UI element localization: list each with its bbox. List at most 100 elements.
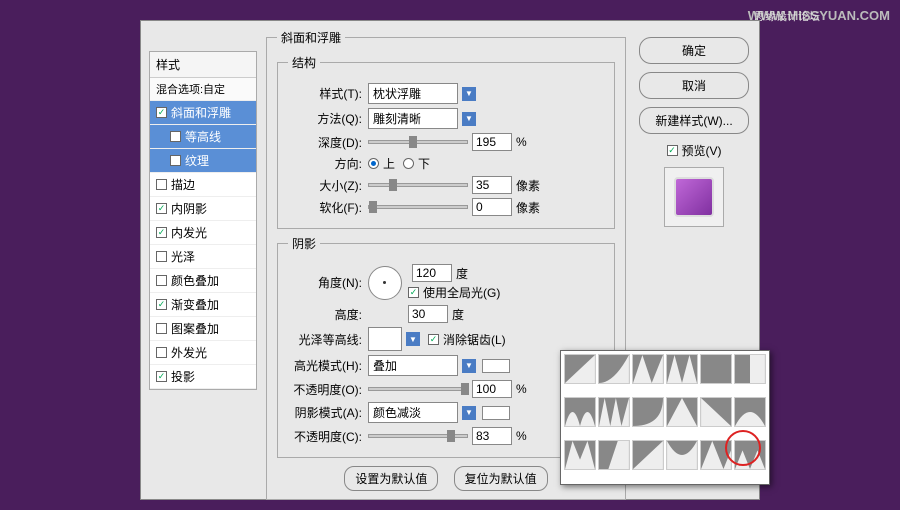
- contour-preset[interactable]: [564, 397, 596, 427]
- style-dropdown[interactable]: 枕状浮雕: [368, 83, 458, 104]
- preview-checkbox[interactable]: [667, 145, 678, 156]
- style-item[interactable]: 投影: [150, 365, 256, 389]
- contour-preset[interactable]: [700, 397, 732, 427]
- watermark-cn: 思缘设计论坛: [754, 8, 820, 24]
- depth-input[interactable]: [472, 133, 512, 151]
- altitude-label: 高度:: [288, 306, 368, 323]
- highlight-color-swatch[interactable]: [482, 359, 510, 373]
- style-item-label: 外发光: [171, 344, 207, 361]
- style-checkbox[interactable]: [156, 347, 167, 358]
- angle-dial[interactable]: [368, 266, 402, 300]
- depth-slider[interactable]: [368, 140, 468, 144]
- style-checkbox[interactable]: [156, 275, 167, 286]
- size-input[interactable]: [472, 176, 512, 194]
- style-item[interactable]: 渐变叠加: [150, 293, 256, 317]
- contour-preset[interactable]: [666, 354, 698, 384]
- style-item[interactable]: 内发光: [150, 221, 256, 245]
- preview-label: 预览(V): [682, 142, 722, 159]
- global-light-label: 使用全局光(G): [423, 284, 500, 301]
- contour-preset[interactable]: [564, 354, 596, 384]
- style-checkbox[interactable]: [170, 131, 181, 142]
- slider-thumb[interactable]: [461, 383, 469, 395]
- dropdown-arrow-icon[interactable]: ▼: [462, 406, 476, 420]
- style-item[interactable]: 颜色叠加: [150, 269, 256, 293]
- style-checkbox[interactable]: [156, 227, 167, 238]
- slider-thumb[interactable]: [409, 136, 417, 148]
- contour-preset[interactable]: [666, 397, 698, 427]
- ok-button[interactable]: 确定: [639, 37, 749, 64]
- style-checkbox[interactable]: [156, 251, 167, 262]
- h-opacity-slider[interactable]: [368, 387, 468, 391]
- dropdown-arrow-icon[interactable]: ▼: [462, 359, 476, 373]
- angle-input[interactable]: [412, 264, 452, 282]
- new-style-button[interactable]: 新建样式(W)...: [639, 107, 749, 134]
- style-checkbox[interactable]: [156, 203, 167, 214]
- contour-preset[interactable]: [598, 440, 630, 470]
- style-checkbox[interactable]: [156, 371, 167, 382]
- style-label: 样式(T):: [288, 85, 368, 102]
- style-checkbox[interactable]: [156, 179, 167, 190]
- highlight-mode-dropdown[interactable]: 叠加: [368, 355, 458, 376]
- cancel-button[interactable]: 取消: [639, 72, 749, 99]
- style-checkbox[interactable]: [156, 107, 167, 118]
- antialias-checkbox[interactable]: [428, 334, 439, 345]
- style-item-label: 投影: [171, 368, 195, 385]
- reset-default-button[interactable]: 复位为默认值: [454, 466, 548, 491]
- contour-preset[interactable]: [666, 440, 698, 470]
- style-item-label: 颜色叠加: [171, 272, 219, 289]
- direction-label: 方向:: [288, 155, 368, 172]
- direction-up-radio[interactable]: [368, 158, 379, 169]
- dropdown-arrow-icon[interactable]: ▼: [462, 87, 476, 101]
- contour-preset[interactable]: [598, 397, 630, 427]
- altitude-input[interactable]: [408, 305, 448, 323]
- style-item-label: 纹理: [185, 152, 209, 169]
- method-dropdown[interactable]: 雕刻清晰: [368, 108, 458, 129]
- preview-thumbnail: [664, 167, 724, 227]
- style-checkbox[interactable]: [156, 323, 167, 334]
- style-item[interactable]: 图案叠加: [150, 317, 256, 341]
- depth-label: 深度(D):: [288, 134, 368, 151]
- contour-preset[interactable]: [734, 397, 766, 427]
- shadow-mode-dropdown[interactable]: 颜色减淡: [368, 402, 458, 423]
- contour-preset[interactable]: [632, 354, 664, 384]
- slider-thumb[interactable]: [369, 201, 377, 213]
- dropdown-arrow-icon[interactable]: ▼: [406, 332, 420, 346]
- style-item[interactable]: 斜面和浮雕: [150, 101, 256, 125]
- style-item[interactable]: 光泽: [150, 245, 256, 269]
- global-light-checkbox[interactable]: [408, 287, 419, 298]
- style-item[interactable]: 等高线: [150, 125, 256, 149]
- style-item-label: 渐变叠加: [171, 296, 219, 313]
- shadow-color-swatch[interactable]: [482, 406, 510, 420]
- contour-preset[interactable]: [632, 397, 664, 427]
- size-slider[interactable]: [368, 183, 468, 187]
- depth-unit: %: [516, 135, 527, 149]
- set-default-button[interactable]: 设置为默认值: [344, 466, 438, 491]
- styles-header[interactable]: 样式: [150, 52, 256, 78]
- direction-down-radio[interactable]: [403, 158, 414, 169]
- contour-preset[interactable]: [700, 354, 732, 384]
- soften-slider[interactable]: [368, 205, 468, 209]
- dir-up-label: 上: [383, 155, 395, 172]
- blend-options-item[interactable]: 混合选项:自定: [150, 78, 256, 101]
- contour-preset[interactable]: [598, 354, 630, 384]
- h-opacity-input[interactable]: [472, 380, 512, 398]
- gloss-contour-label: 光泽等高线:: [288, 331, 368, 348]
- style-item[interactable]: 内阴影: [150, 197, 256, 221]
- s-opacity-slider[interactable]: [368, 434, 468, 438]
- slider-thumb[interactable]: [389, 179, 397, 191]
- slider-thumb[interactable]: [447, 430, 455, 442]
- s-opacity-input[interactable]: [472, 427, 512, 445]
- contour-preset[interactable]: [734, 354, 766, 384]
- soften-input[interactable]: [472, 198, 512, 216]
- gloss-contour-picker[interactable]: [368, 327, 402, 351]
- contour-preset[interactable]: [632, 440, 664, 470]
- contour-preset[interactable]: [564, 440, 596, 470]
- style-checkbox[interactable]: [170, 155, 181, 166]
- style-item[interactable]: 外发光: [150, 341, 256, 365]
- style-item[interactable]: 纹理: [150, 149, 256, 173]
- style-item-label: 等高线: [185, 128, 221, 145]
- style-item[interactable]: 描边: [150, 173, 256, 197]
- style-checkbox[interactable]: [156, 299, 167, 310]
- h-opacity-unit: %: [516, 382, 527, 396]
- dropdown-arrow-icon[interactable]: ▼: [462, 112, 476, 126]
